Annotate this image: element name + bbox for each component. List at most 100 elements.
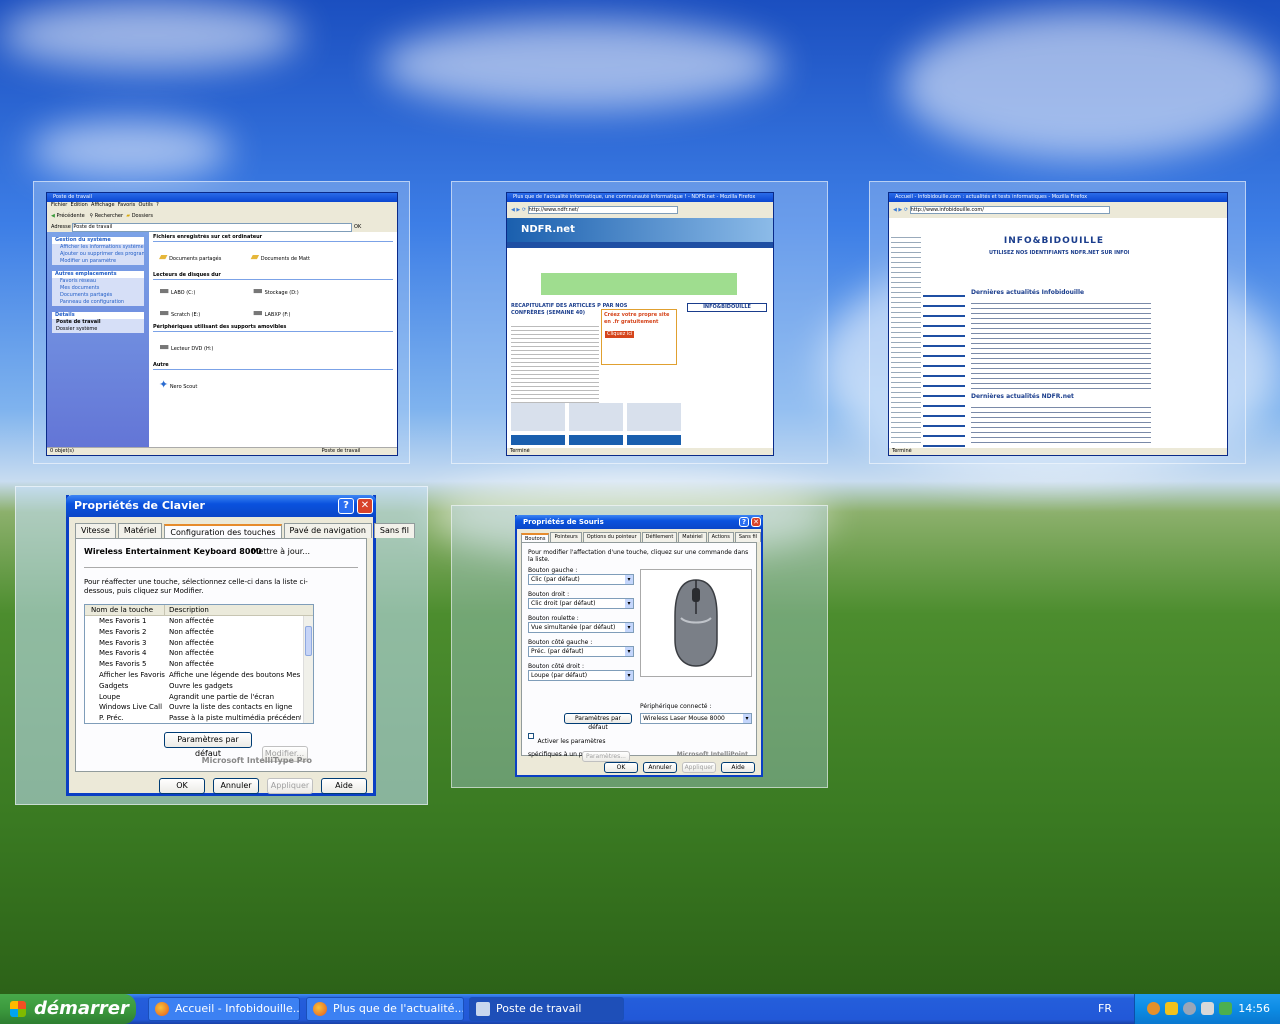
tab-vitesse[interactable]: Vitesse — [75, 523, 116, 538]
left-button-select[interactable]: Clic (par défaut) — [528, 574, 634, 585]
place-link[interactable]: Mes documents — [52, 285, 144, 292]
place-link[interactable]: Favoris réseau — [52, 278, 144, 285]
drive-item[interactable]: LABXP (F:) — [265, 312, 291, 318]
explorer-thumbnail[interactable]: Poste de travail Fichier Edition Afficha… — [46, 192, 398, 456]
apply-button[interactable]: Appliquer — [682, 762, 716, 773]
switcher-panel-explorer[interactable]: Poste de travail Fichier Edition Afficha… — [33, 181, 410, 464]
switcher-panel-infobidouille[interactable]: Accueil - Infobidouille.com : actualités… — [869, 181, 1246, 464]
tab-defilement[interactable]: Défilement — [641, 532, 678, 542]
url-input[interactable]: http://www.ndfr.net/ — [527, 206, 678, 214]
search-button[interactable]: Rechercher — [95, 213, 123, 219]
device-icon[interactable] — [1219, 1002, 1232, 1015]
right-side-button-select[interactable]: Loupe (par défaut) — [528, 670, 634, 681]
switcher-panel-ndfr[interactable]: Plus que de l'actualité informatique, un… — [451, 181, 828, 464]
keyboard-titlebar[interactable]: Propriétés de Clavier ? ✕ — [66, 495, 376, 517]
drive-item[interactable]: Stockage (D:) — [265, 290, 299, 296]
address-input[interactable]: Poste de travail — [72, 223, 353, 232]
tab-options-pointeur[interactable]: Options du pointeur — [582, 532, 641, 542]
menu-item[interactable]: Edition — [71, 202, 88, 208]
key-list-scrollbar[interactable] — [303, 616, 313, 723]
table-row[interactable]: Afficher les Favoris Affiche une légende … — [85, 670, 313, 681]
left-side-button-select[interactable]: Préc. (par défaut) — [528, 646, 634, 657]
menu-item[interactable]: Outils — [138, 202, 152, 208]
tab-materiel[interactable]: Matériel — [678, 532, 707, 542]
task-link[interactable]: Modifier un paramètre — [52, 258, 144, 265]
ndfr-infobidouille-banner[interactable]: INFO&BIDOUILLE — [687, 303, 767, 312]
close-icon[interactable]: ✕ — [751, 517, 761, 527]
right-button-select[interactable]: Clic droit (par défaut) — [528, 598, 634, 609]
infobidouille-logo[interactable]: INFO&BIDOUILLE — [999, 235, 1109, 247]
task-button-ndfr[interactable]: Plus que de l'actualité... — [306, 997, 464, 1021]
table-row[interactable]: Mes Favoris 3 Non affectée — [85, 638, 313, 649]
col-key-header[interactable]: Nom de la touche — [85, 605, 165, 615]
update-link[interactable]: Mettre à jour... — [252, 547, 311, 556]
mouse-properties-window[interactable]: Propriétés de Souris ? ✕ Boutons Pointeu… — [515, 515, 763, 777]
drive-item[interactable]: LABO (C:) — [171, 282, 251, 302]
help-icon[interactable]: ? — [338, 498, 354, 514]
table-row[interactable]: Gadgets Ouvre les gadgets — [85, 681, 313, 692]
security-shield-icon[interactable] — [1165, 1002, 1178, 1015]
keyboard-defaults-button[interactable]: Paramètres par défaut — [164, 732, 252, 758]
table-row[interactable]: P. Préc. Passe à la piste multimédia préc… — [85, 713, 313, 723]
task-button-infobidouille[interactable]: Accueil - Infobidouille... — [148, 997, 300, 1021]
ndfr-thumbnail[interactable]: Plus que de l'actualité informatique, un… — [506, 192, 774, 456]
go-button[interactable]: OK — [354, 224, 361, 230]
place-link[interactable]: Panneau de configuration — [52, 299, 144, 306]
folder-item[interactable]: Documents de Matt — [261, 256, 310, 262]
key-list[interactable]: Nom de la touche Description Mes Favoris… — [84, 604, 314, 724]
help-icon[interactable]: ? — [739, 517, 749, 527]
folder-item[interactable]: Documents partagés — [169, 244, 249, 272]
menu-item[interactable]: Affichage — [91, 202, 115, 208]
table-row[interactable]: Mes Favoris 1 Non affectée — [85, 616, 313, 627]
table-row[interactable]: Mes Favoris 5 Non affectée — [85, 659, 313, 670]
table-row[interactable]: Windows Live Call Ouvre la liste des cont… — [85, 702, 313, 713]
cancel-button[interactable]: Annuler — [213, 778, 259, 794]
back-button[interactable]: Précédente — [56, 213, 84, 219]
folders-button[interactable]: Dossiers — [132, 213, 153, 219]
help-button[interactable]: Aide — [721, 762, 755, 773]
tab-pave-navigation[interactable]: Pavé de navigation — [283, 523, 372, 538]
menu-item[interactable]: Favoris — [118, 202, 136, 208]
mouse-defaults-button[interactable]: Paramètres par défaut — [564, 713, 632, 731]
col-desc-header[interactable]: Description — [165, 605, 209, 615]
task-button-explorer[interactable]: Poste de travail — [469, 997, 624, 1021]
start-button[interactable]: démarrer — [0, 994, 136, 1024]
network-icon[interactable] — [1183, 1002, 1196, 1015]
app-item[interactable]: Nero Scout — [170, 384, 198, 390]
table-row[interactable]: Loupe Agrandit une partie de l'écran — [85, 692, 313, 703]
tab-sans-fil[interactable]: Sans fil — [734, 532, 762, 542]
program-settings-button[interactable]: Paramètres... — [582, 751, 630, 762]
place-link[interactable]: Documents partagés — [52, 292, 144, 299]
table-row[interactable]: Mes Favoris 2 Non affectée — [85, 627, 313, 638]
clock[interactable]: 14:56 — [1238, 1002, 1270, 1015]
wheel-button-select[interactable]: Vue simultanée (par défaut) — [528, 622, 634, 633]
cancel-button[interactable]: Annuler — [643, 762, 677, 773]
apply-button[interactable]: Appliquer — [267, 778, 313, 794]
volume-icon[interactable] — [1201, 1002, 1214, 1015]
mouse-titlebar[interactable]: Propriétés de Souris ? ✕ — [515, 515, 763, 529]
device-select[interactable]: Wireless Laser Mouse 8000 — [640, 713, 752, 724]
task-link[interactable]: Ajouter ou supprimer des programmes — [52, 251, 144, 258]
drive-item[interactable]: Lecteur DVD (H:) — [171, 346, 213, 352]
task-link[interactable]: Afficher les informations système — [52, 244, 144, 251]
ok-button[interactable]: OK — [604, 762, 638, 773]
drive-item[interactable]: Scratch (E:) — [171, 304, 251, 324]
infobidouille-thumbnail[interactable]: Accueil - Infobidouille.com : actualités… — [888, 192, 1228, 456]
ok-button[interactable]: OK — [159, 778, 205, 794]
menu-item[interactable]: Fichier — [51, 202, 67, 208]
tab-actions[interactable]: Actions — [707, 532, 734, 542]
tab-sans-fil[interactable]: Sans fil — [373, 523, 415, 538]
keyboard-properties-window[interactable]: Propriétés de Clavier ? ✕ Vitesse Matéri… — [66, 495, 415, 796]
table-row[interactable]: Mes Favoris 4 Non affectée — [85, 648, 313, 659]
menu-item[interactable]: ? — [156, 202, 159, 208]
tab-materiel[interactable]: Matériel — [117, 523, 163, 538]
tab-pointeurs[interactable]: Pointeurs — [550, 532, 582, 542]
tab-configuration-touches[interactable]: Configuration des touches — [164, 524, 282, 539]
language-indicator[interactable]: FR — [1098, 1002, 1112, 1015]
scroll-thumb[interactable] — [305, 626, 312, 656]
app-specific-checkbox[interactable] — [528, 733, 534, 739]
antivirus-icon[interactable] — [1147, 1002, 1160, 1015]
ad-button[interactable]: Cliquez ici — [605, 331, 635, 338]
ndfr-ad[interactable]: Créez votre propre site en .fr gratuitem… — [601, 309, 677, 365]
url-input[interactable]: http://www.infobidouille.com/ — [909, 206, 1110, 214]
